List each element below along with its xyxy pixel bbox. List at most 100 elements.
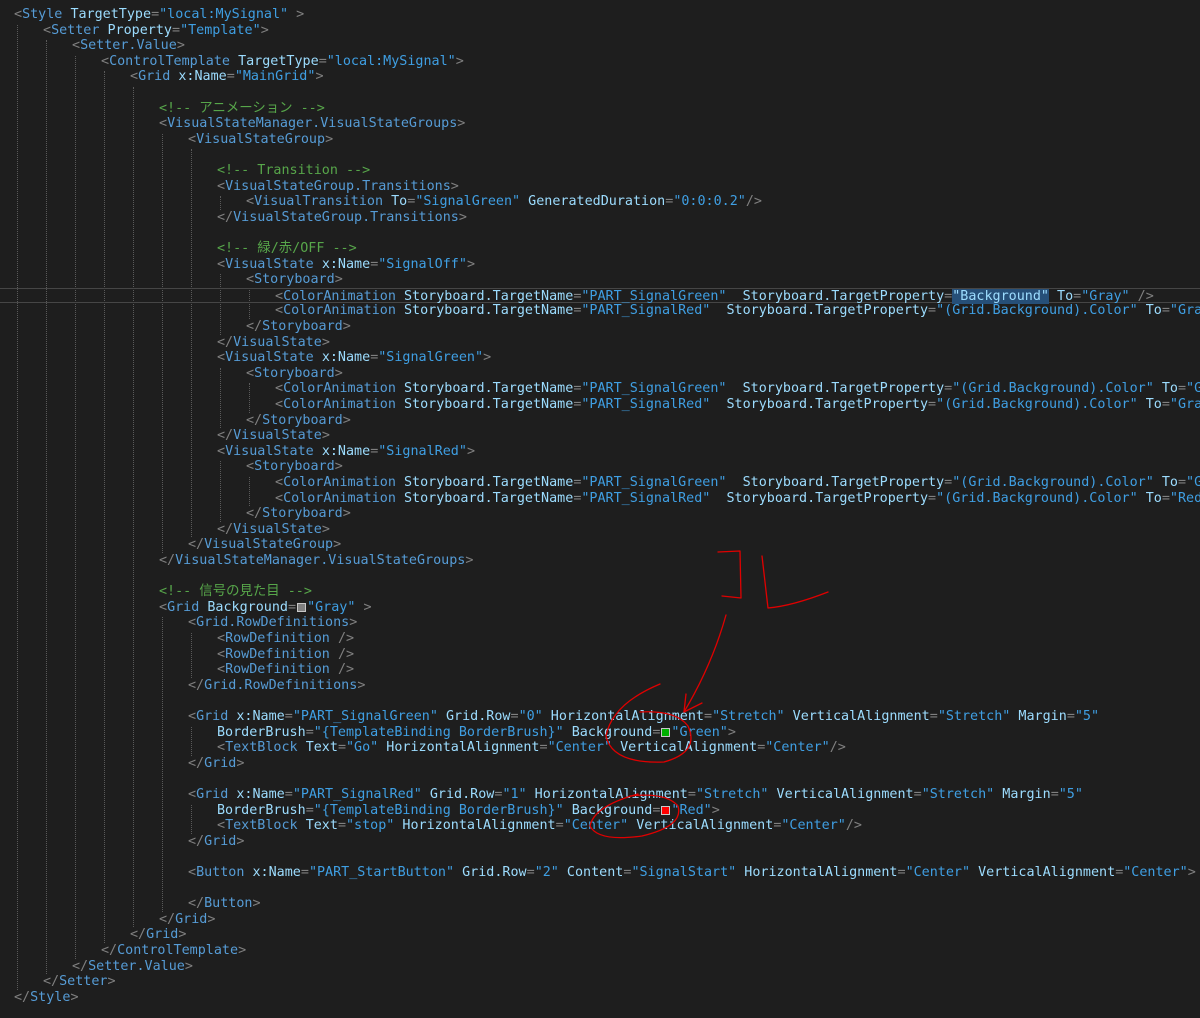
code-token: Setter [59,974,108,990]
code-line[interactable]: </VisualStateGroup.Transitions> [217,210,467,226]
code-line[interactable]: <Button x:Name="PART_StartButton" Grid.R… [188,865,1196,881]
code-editor[interactable]: <Style TargetType="local:MySignal" > <Set… [0,0,1200,1018]
code-line[interactable]: <VisualStateGroup.Transitions> [217,179,459,195]
code-token: "2" [534,865,559,880]
code-token: "Template" [180,22,261,38]
code-line[interactable]: BorderBrush="{TemplateBinding BorderBrus… [217,725,736,741]
code-line[interactable]: <Grid x:Name="PART_SignalGreen" Grid.Row… [188,709,1099,725]
indent-guide [220,196,221,210]
code-token: = [928,490,937,506]
code-line[interactable]: </Grid.RowDefinitions> [188,678,365,694]
code-line[interactable]: <Storyboard> [246,272,343,288]
code-line[interactable]: <Grid x:Name="MainGrid"> [130,69,324,85]
code-token: "local:MySignal" [326,53,456,69]
code-line[interactable]: <VisualStateGroup> [188,132,333,148]
code-token: > [455,53,464,69]
code-line[interactable]: <ColorAnimation Storyboard.TargetName="P… [275,381,1200,397]
code-line[interactable]: </Grid> [188,834,244,850]
code-line[interactable]: <ControlTemplate TargetType="local:MySig… [101,54,464,70]
indent-guide [75,55,76,959]
code-token: "Gray" [1081,288,1130,304]
code-token: Storyboard [254,272,335,288]
code-token: "Stretch" [695,787,769,802]
code-line[interactable]: </Grid> [188,756,244,772]
code-token: Background [563,802,653,818]
code-token: VerticalAlignment [768,787,914,802]
code-line[interactable]: <!-- 信号の見た目 --> [159,584,312,600]
code-line[interactable]: <Grid x:Name="PART_SignalRed" Grid.Row="… [188,787,1083,803]
code-token: "PART_SignalRed" [581,490,711,506]
code-line[interactable]: <VisualState x:Name="SignalGreen"> [217,350,491,366]
code-line[interactable]: <VisualStateManager.VisualStateGroups> [159,116,465,132]
code-line[interactable]: <!-- アニメーション --> [159,101,325,117]
code-line[interactable]: </VisualState> [217,335,330,351]
code-line[interactable]: <VisualState x:Name="SignalOff"> [217,257,475,273]
code-line[interactable]: </ControlTemplate> [101,943,246,959]
code-token: </ [246,319,263,334]
code-token: > [334,365,343,381]
code-line[interactable]: </Setter> [43,974,116,990]
code-token: Grid [175,911,208,927]
code-line[interactable]: </Storyboard> [246,413,351,429]
code-token: x:Name [321,350,371,366]
code-token: = [300,865,309,880]
code-token: x:Name [236,709,285,724]
code-line[interactable]: <RowDefinition /> [217,631,354,647]
indent-guide [162,133,163,553]
code-token: = [1161,303,1170,319]
code-line[interactable]: <ColorAnimation Storyboard.TargetName="P… [275,303,1200,319]
code-line[interactable]: <Setter Property="Template"> [43,23,269,39]
code-line[interactable]: </VisualStateManager.VisualStateGroups> [159,553,473,569]
code-line[interactable]: </VisualState> [217,522,330,538]
code-token: < [275,475,284,490]
code-line[interactable]: </Button> [188,896,261,912]
code-line[interactable]: <Storyboard> [246,366,343,382]
code-line[interactable]: <VisualState x:Name="SignalRed"> [217,444,475,460]
code-token: /> [745,194,762,210]
code-line[interactable]: <RowDefinition /> [217,647,354,663]
code-token: > [334,459,343,475]
code-token: = [284,787,293,802]
code-line[interactable]: <!-- Transition --> [217,163,370,179]
code-token: "PART_SignalRed" [581,303,711,319]
code-line[interactable]: <Setter.Value> [72,38,185,54]
indent-guide [133,87,134,928]
code-token: < [188,787,197,802]
code-token: = [337,818,346,834]
code-line[interactable]: </Grid> [159,912,215,928]
code-token: < [101,53,110,69]
code-line[interactable]: BorderBrush="{TemplateBinding BorderBrus… [217,803,720,819]
code-line[interactable]: <Grid.RowDefinitions> [188,615,357,631]
code-line[interactable]: </VisualState> [217,428,330,444]
code-line[interactable]: </Storyboard> [246,319,351,335]
code-token: = [284,709,293,724]
code-line[interactable]: </Grid> [130,927,186,943]
code-line[interactable]: </Storyboard> [246,506,351,522]
code-line[interactable]: <RowDefinition /> [217,662,354,678]
code-token: Property [107,22,173,38]
code-line[interactable]: <Storyboard> [246,459,343,475]
code-token: > [466,443,475,459]
code-line[interactable]: <ColorAnimation Storyboard.TargetName="P… [275,397,1200,413]
code-token: < [275,288,284,304]
code-line[interactable]: <TextBlock Text="Go" HorizontalAlignment… [217,740,846,756]
code-line[interactable]: <TextBlock Text="stop" HorizontalAlignme… [217,818,862,834]
code-token: "(Grid.Background).Color" [936,490,1138,506]
code-token: "1" [502,787,527,802]
code-line[interactable]: </VisualStateGroup> [188,537,341,553]
code-token: "5" [1074,709,1100,724]
code-line[interactable]: <Style TargetType="local:MySignal" > [14,7,304,23]
code-line[interactable]: </Setter.Value> [72,959,193,975]
code-token: "Center" [905,865,971,880]
code-token: > [178,927,187,943]
code-token: "Center" [765,740,830,756]
code-line[interactable]: <VisualTransition To="SignalGreen" Gener… [246,194,762,210]
code-token: HorizontalAlignment [542,709,704,724]
code-line[interactable]: <!-- 緑/赤/OFF --> [217,241,357,257]
code-line[interactable]: <Grid Background= "Gray" > [159,600,372,616]
code-line[interactable]: <ColorAnimation Storyboard.TargetName="P… [0,287,1200,304]
code-line[interactable]: <ColorAnimation Storyboard.TargetName="P… [275,491,1200,507]
code-line[interactable]: </Style> [14,990,79,1006]
code-line[interactable]: <ColorAnimation Storyboard.TargetName="P… [275,475,1200,491]
code-token: "(Grid.Background).Color" [936,397,1138,412]
